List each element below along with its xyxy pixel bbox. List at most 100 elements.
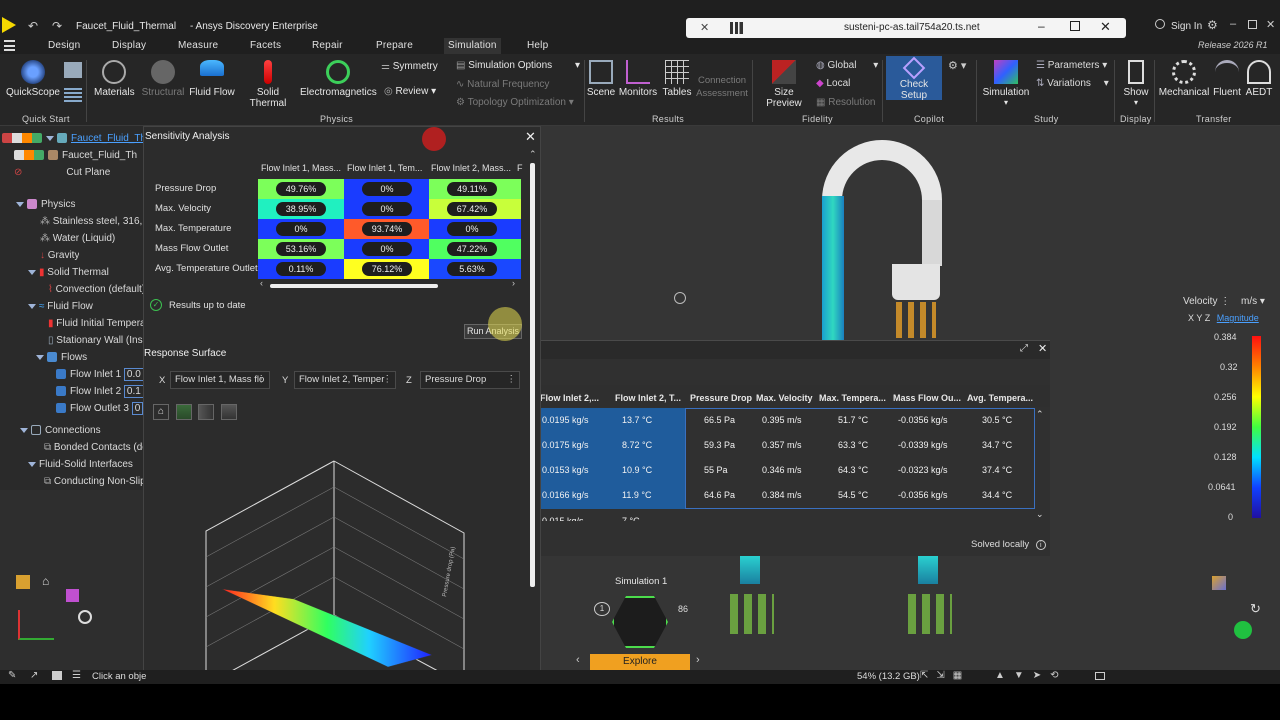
sens-col-header[interactable]: F (517, 163, 523, 173)
variations-button[interactable]: ⇅ Variations ▾ (1036, 78, 1109, 89)
table-cell[interactable]: -0.0356 kg/s (898, 415, 948, 425)
col-avg-temp[interactable]: Avg. Tempera... (967, 393, 1033, 403)
col-flow-inlet2-mass[interactable]: Flow Inlet 2,... (540, 393, 599, 403)
monitors-button[interactable]: Monitors (618, 60, 658, 98)
scroll-thumb[interactable] (270, 284, 438, 288)
sens-cell[interactable]: 0.11% (258, 259, 344, 279)
sens-cell[interactable]: 49.11% (429, 179, 515, 199)
table-cell[interactable]: 11.9 °C (622, 490, 651, 500)
tree-convection[interactable]: ⌇ Convection (default) (48, 281, 145, 298)
redo-icon[interactable]: ↷ (52, 19, 62, 33)
move-tool-icon[interactable]: ↗ (30, 670, 38, 681)
table-cell[interactable]: 30.5 °C (982, 415, 1012, 425)
table-cell[interactable]: 10.9 °C (622, 465, 652, 475)
global-button[interactable]: ◍ Global ▾ (816, 60, 878, 71)
hamburger-icon[interactable] (4, 40, 15, 51)
show-button[interactable]: Show ▾ (1120, 60, 1152, 107)
simulation-hex[interactable] (612, 596, 668, 648)
tree-faucet-item[interactable]: Faucet_Fluid_Th (14, 147, 137, 164)
materials-button[interactable]: Materials (94, 60, 135, 98)
sens-cell[interactable]: 5.63% (429, 259, 515, 279)
explore-next-icon[interactable]: › (696, 654, 700, 666)
mechanical-button[interactable]: Mechanical (1158, 60, 1210, 98)
display-mode-icon[interactable] (64, 62, 82, 78)
results-table-panel[interactable]: ⤢ ✕ Flow Inlet 2,... Flow Inlet 2, T... … (540, 340, 1050, 556)
view-home-icon[interactable]: ⌂ (153, 404, 169, 420)
menu-repair[interactable]: Repair (312, 38, 343, 54)
info-icon[interactable]: i (1035, 540, 1046, 550)
table-cell[interactable]: 0.395 m/s (762, 415, 802, 425)
table-scroll-down-icon[interactable]: ⌄ (1036, 509, 1044, 520)
sens-vscroll-up-icon[interactable]: ⌃ (529, 149, 537, 160)
structural-button[interactable]: Structural (140, 60, 186, 98)
window-close-icon[interactable]: ✕ (1266, 18, 1275, 31)
table-cell[interactable]: 64.3 °C (838, 465, 868, 475)
view-top-icon[interactable] (221, 404, 237, 420)
rotate-icon[interactable]: ↻ (1250, 601, 1261, 617)
table-cell[interactable]: 8.72 °C (622, 440, 652, 450)
electromagnetics-button[interactable]: Electromagnetics (300, 60, 377, 98)
y-select[interactable]: Flow Inlet 2, Temper ⋮ (294, 371, 396, 389)
table-cell[interactable]: 0.0153 kg/s (542, 465, 589, 475)
close-icon[interactable]: ✕ (1100, 19, 1111, 35)
menu-simulation[interactable]: Simulation (444, 38, 501, 54)
legend-quantity[interactable]: Velocity ⋮ m/s ▾ (1183, 296, 1265, 307)
tree-material-water[interactable]: ⁂ Water (Liquid) (40, 230, 115, 247)
tree-bonded-contacts[interactable]: ⧉ Bonded Contacts (de (44, 439, 148, 456)
menu-display[interactable]: Display (112, 38, 146, 54)
gear-icon[interactable]: ⚙ (1207, 18, 1218, 32)
view-cube-icon[interactable] (1212, 576, 1226, 590)
tree-flow-outlet3[interactable]: Flow Outlet 3 0 (56, 400, 144, 417)
view-side-icon[interactable] (198, 404, 214, 420)
menu-icon[interactable]: ☰ (72, 670, 81, 681)
menu-facets[interactable]: Facets (250, 38, 281, 54)
x-select[interactable]: Flow Inlet 1, Mass flo ⋮ (170, 371, 270, 389)
sensitivity-panel[interactable]: Sensitivity Analysis ✕ Flow Inlet 1, Mas… (143, 126, 541, 686)
tree-cut-plane[interactable]: ⊘ Cut Plane (14, 164, 110, 181)
fluent-button[interactable]: Fluent (1210, 60, 1244, 98)
tree-solid-thermal[interactable]: ▮ Solid Thermal (28, 264, 109, 281)
table-cell[interactable]: 66.5 Pa (704, 415, 735, 425)
status-tools[interactable]: ⇱⇲▦ (920, 670, 970, 681)
sens-cell[interactable]: 0% (429, 219, 515, 239)
table-cell[interactable]: 0.0195 kg/s (542, 415, 589, 425)
topology-optimization-button[interactable]: ⚙ Topology Optimization ▾ (456, 97, 574, 108)
sens-col-header[interactable]: Flow Inlet 1, Mass... (261, 163, 341, 173)
resolution-button[interactable]: ▦ Resolution (816, 97, 876, 108)
table-cell[interactable]: 0.357 m/s (762, 440, 802, 450)
layers-icon[interactable] (64, 88, 82, 102)
table-cell[interactable]: 64.6 Pa (704, 490, 735, 500)
box-select-icon[interactable] (1095, 672, 1105, 680)
sens-cell[interactable]: 47.22% (429, 239, 515, 259)
review-button[interactable]: ◎ Review ▾ (384, 86, 436, 97)
legend-axes[interactable]: X Y Z Magnitude (1188, 313, 1259, 323)
sens-cell[interactable]: 38.95% (258, 199, 344, 219)
table-cell[interactable]: 0.0166 kg/s (542, 490, 589, 500)
table-cell[interactable]: 55 Pa (704, 465, 728, 475)
sens-col-header[interactable]: Flow Inlet 1, Tem... (347, 163, 422, 173)
quickscope-button[interactable]: QuickScope (6, 60, 60, 98)
tables-button[interactable]: Tables (660, 60, 694, 98)
table-cell[interactable]: 0.0175 kg/s (542, 440, 589, 450)
view-front-icon[interactable] (176, 404, 192, 420)
tree-material-steel[interactable]: ⁂ Stainless steel, 316, an (40, 213, 156, 230)
tree-fsi[interactable]: Fluid-Solid Interfaces (28, 456, 133, 473)
undo-icon[interactable]: ↶ (28, 19, 38, 33)
explore-button[interactable]: Explore (590, 654, 690, 670)
menu-prepare[interactable]: Prepare (376, 38, 413, 54)
sens-cell[interactable]: 0% (344, 199, 430, 219)
size-preview-button[interactable]: Size Preview (756, 60, 812, 109)
response-surface-plot[interactable]: Pressure drop (Pa) (194, 457, 474, 687)
sens-hscrollbar[interactable]: ‹ › (258, 278, 520, 290)
table-cell[interactable]: 0.384 m/s (762, 490, 802, 500)
axis-triad-icon[interactable] (18, 610, 54, 640)
sens-cell[interactable]: 0% (344, 179, 430, 199)
tree-root[interactable]: Faucet_Fluid_The (2, 130, 152, 147)
triad-icon[interactable] (674, 292, 686, 304)
symmetry-button[interactable]: ⚌ Symmetry (381, 61, 438, 72)
col-flow-inlet2-temp[interactable]: Flow Inlet 2, T... (615, 393, 681, 403)
table-cell[interactable]: 34.7 °C (982, 440, 1012, 450)
sens-col-header[interactable]: Flow Inlet 2, Mass... (431, 163, 511, 173)
sens-cell[interactable]: 49.76% (258, 179, 344, 199)
connection-assessment-button[interactable]: Connection Assessment (694, 74, 750, 100)
